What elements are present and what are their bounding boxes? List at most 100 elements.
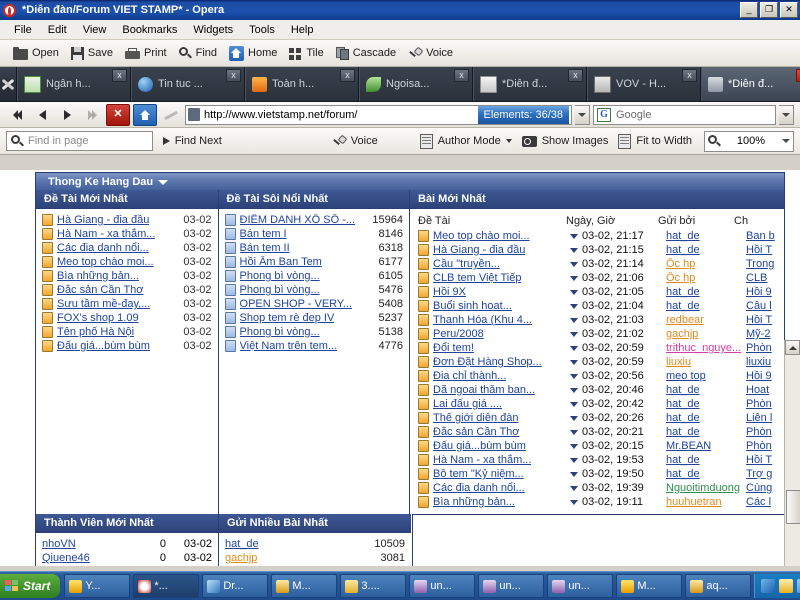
search-bar[interactable]: G Google	[593, 104, 776, 125]
taskbar-item[interactable]: Y...	[64, 574, 131, 598]
post-topic-link[interactable]: Thế giới diễn đàn	[433, 412, 519, 424]
jump-to-post-icon[interactable]	[570, 331, 578, 337]
voice-toggle-button[interactable]: Voice	[332, 135, 378, 148]
topic-link[interactable]: Việt Nam trên tem...	[240, 340, 338, 352]
edit-page-button[interactable]	[160, 105, 182, 125]
post-author-link[interactable]: meo top	[666, 370, 706, 382]
list-item[interactable]: ĐIỂM DANH XỔ SỐ -... 15964	[224, 213, 403, 227]
jump-to-post-icon[interactable]	[570, 443, 578, 449]
topic-link[interactable]: Hà Giang - đia đầu	[57, 214, 149, 226]
list-item[interactable]: Shop tem rè đep IV 5237	[224, 311, 403, 325]
table-row[interactable]: Hà Nam - xa thẳm... 03-02, 19:53 hat_de Hồi…	[418, 453, 784, 467]
scrollbar-thumb[interactable]	[786, 490, 800, 524]
topic-link[interactable]: ĐIỂM DANH XỔ SỐ -...	[240, 214, 356, 226]
table-row[interactable]: Đia chỉ thành... 03-02, 20:56 meo top Hồi 9	[418, 369, 784, 383]
topic-link[interactable]: Phong bì vòng...	[240, 270, 320, 282]
post-topic-link[interactable]: Hồi 9X	[433, 286, 466, 298]
table-row[interactable]: gachjp 3081	[225, 551, 405, 565]
topic-link[interactable]: OPEN SHOP - VERY...	[240, 298, 353, 310]
show-images-button[interactable]: Show Images	[521, 135, 608, 147]
post-forum-link[interactable]: Câu l	[746, 300, 772, 312]
list-item[interactable]: Phong bì vòng... 5138	[224, 325, 403, 339]
table-row[interactable]: Nguoitimduong2067	[225, 565, 405, 566]
post-author-link[interactable]: hat_de	[666, 412, 700, 424]
table-row[interactable]: Bô tem "Kỷ niệm... 03-02, 19:50 hat_de Trợ …	[418, 467, 784, 481]
post-topic-link[interactable]: Bô tem "Kỷ niệm...	[433, 468, 524, 480]
post-topic-link[interactable]: Dã ngoai thăm ban...	[433, 384, 535, 396]
tab-tin-tuc[interactable]: Tin tuc ... x	[131, 67, 245, 101]
menu-widgets[interactable]: Widgets	[185, 22, 241, 38]
table-row[interactable]: hat_de 10509	[225, 537, 405, 551]
menu-help[interactable]: Help	[283, 22, 322, 38]
scroll-up-button[interactable]	[785, 340, 800, 355]
voice-button[interactable]: Voice	[403, 45, 458, 62]
member-link[interactable]: nhoVN	[42, 538, 76, 550]
post-author-link[interactable]: hat_de	[666, 244, 700, 256]
tab-close-icon[interactable]: x	[568, 69, 583, 82]
post-author-link[interactable]: Mr.BEAN	[666, 440, 711, 452]
maximize-button[interactable]: ❐	[760, 2, 778, 18]
list-item[interactable]: Bán tem II 6318	[224, 241, 403, 255]
topic-link[interactable]: Meo top chào moi...	[57, 256, 154, 268]
post-author-link[interactable]: hat_de	[666, 468, 700, 480]
post-forum-link[interactable]: Các l	[746, 496, 771, 508]
jump-to-post-icon[interactable]	[570, 359, 578, 365]
table-row[interactable]: Huongiang003-02	[42, 565, 212, 566]
post-forum-link[interactable]: Mỹ-2	[746, 328, 770, 340]
topic-link[interactable]: Bìa những bản...	[57, 270, 139, 282]
tab-dien-dan-1[interactable]: *Diễn đ... x	[473, 67, 587, 101]
chevron-down-icon[interactable]	[782, 139, 790, 143]
post-forum-link[interactable]: Phòn	[746, 342, 772, 354]
author-mode-button[interactable]: Author Mode	[419, 133, 512, 149]
post-topic-link[interactable]: Các đia danh nổi...	[433, 482, 525, 494]
post-forum-link[interactable]: Cùng	[746, 482, 772, 494]
post-forum-link[interactable]: Phòn	[746, 440, 772, 452]
post-forum-link[interactable]: Phòn	[746, 426, 772, 438]
table-row[interactable]: Đổi tem! 03-02, 20:59 trithuc_nguye... Phòn	[418, 341, 784, 355]
post-author-link[interactable]: hat_de	[666, 426, 700, 438]
table-row[interactable]: Các đia danh nổi... 03-02, 19:39 Nguoitimd…	[418, 481, 784, 495]
jump-to-post-icon[interactable]	[570, 233, 578, 239]
list-item[interactable]: Các đia danh nổi... 03-02	[42, 241, 212, 255]
post-topic-link[interactable]: Đấu giá...bùm bùm	[433, 440, 526, 452]
table-row[interactable]: Thế giới diễn đàn 03-02, 20:26 hat_de Liên …	[418, 411, 784, 425]
home-nav-button[interactable]	[133, 103, 157, 126]
post-author-link[interactable]: hat_de	[666, 454, 700, 466]
table-row[interactable]: Cầu "truyền... 03-02, 21:14 Ốc hp Trong	[418, 257, 784, 271]
poster-link[interactable]: hat_de	[225, 538, 259, 550]
list-item[interactable]: Việt Nam trên tem... 4776	[224, 339, 403, 353]
close-button[interactable]: ✕	[780, 2, 798, 18]
post-topic-link[interactable]: Đia chỉ thành...	[433, 370, 506, 382]
chevron-down-icon[interactable]	[158, 180, 169, 185]
post-forum-link[interactable]: Ban b	[746, 230, 775, 242]
list-item[interactable]: Đắc sản Cần Thơ 03-02	[42, 283, 212, 297]
stats-bar-header[interactable]: Thong Ke Hang Dau	[35, 172, 785, 190]
list-item[interactable]: Hà Giang - đia đầu 03-02	[42, 213, 212, 227]
post-forum-link[interactable]: Hồi 9	[746, 286, 772, 298]
mail-icon[interactable]	[779, 579, 794, 593]
jump-to-post-icon[interactable]	[570, 499, 578, 505]
list-item[interactable]: OPEN SHOP - VERY... 5408	[224, 297, 403, 311]
start-button[interactable]: Start	[0, 574, 61, 598]
poster-link[interactable]: gachjp	[225, 552, 257, 564]
url-bar[interactable]: http://www.vietstamp.net/forum/ Elements…	[185, 104, 572, 125]
topic-link[interactable]: FOX's shop 1.09	[57, 312, 139, 324]
member-link[interactable]: Qiuene46	[42, 552, 90, 564]
post-forum-link[interactable]: Hoat	[746, 384, 769, 396]
tab-close-icon[interactable]: x	[340, 69, 355, 82]
jump-to-post-icon[interactable]	[570, 373, 578, 379]
post-forum-link[interactable]: liuxiu	[746, 356, 771, 368]
post-author-link[interactable]: hat_de	[666, 398, 700, 410]
post-topic-link[interactable]: Đắc sản Cần Thơ	[433, 426, 520, 438]
topic-link[interactable]: Phong bì vòng...	[240, 284, 320, 296]
table-row[interactable]: Lai đấu giá .... 03-02, 20:42 hat_de Phòn	[418, 397, 784, 411]
table-row[interactable]: nhoVN 0 03-02	[42, 537, 212, 551]
topic-link[interactable]: Phong bì vòng...	[240, 326, 320, 338]
tab-close-icon[interactable]: x	[454, 69, 469, 82]
jump-to-post-icon[interactable]	[570, 289, 578, 295]
menu-tools[interactable]: Tools	[241, 22, 283, 38]
post-topic-link[interactable]: Đơn Đặt Hàng Shop...	[433, 356, 542, 368]
post-forum-link[interactable]: CLB	[746, 272, 767, 284]
list-item[interactable]: Đấu giá...bùm bùm 03-02	[42, 339, 212, 353]
post-author-link[interactable]: hat_de	[666, 300, 700, 312]
